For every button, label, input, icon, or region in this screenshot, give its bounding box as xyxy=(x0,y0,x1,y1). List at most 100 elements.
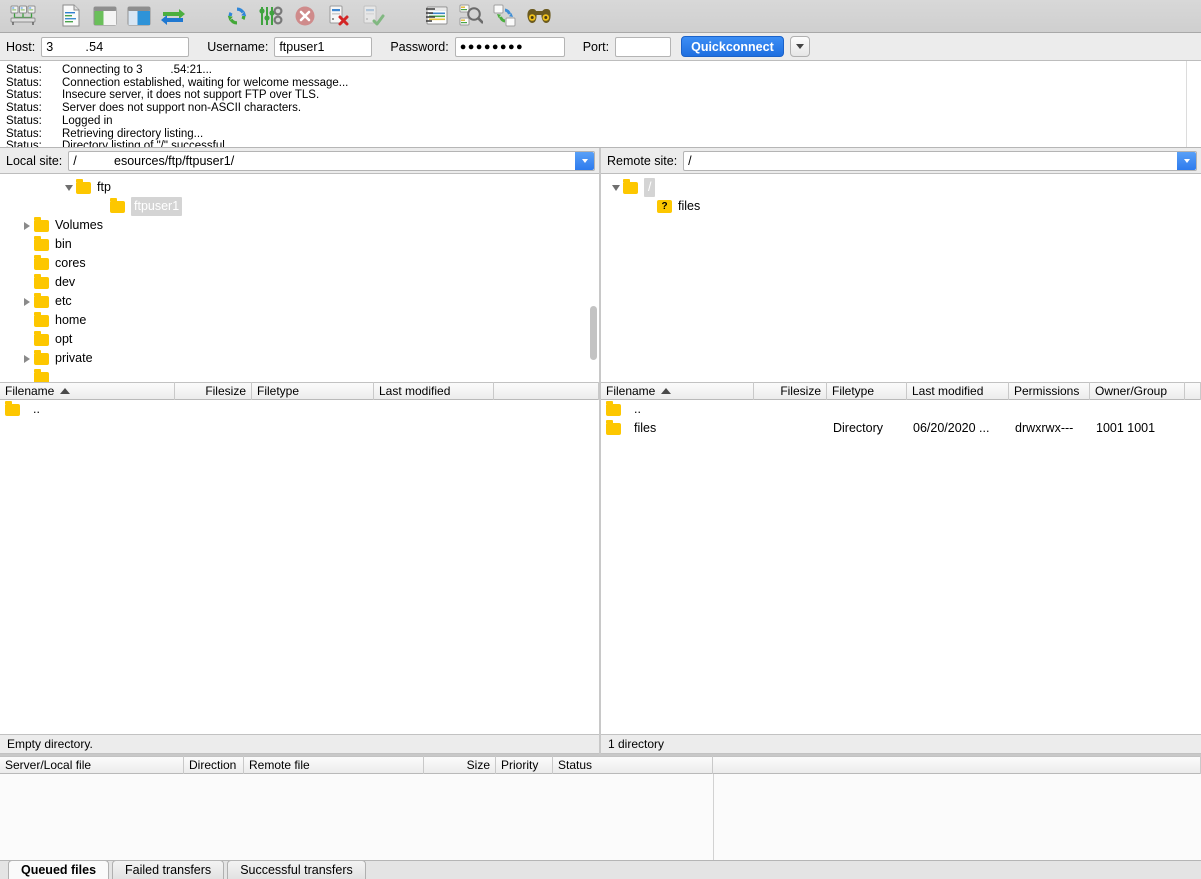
cell-filesize xyxy=(755,400,828,419)
password-input[interactable] xyxy=(454,36,565,57)
tree-item[interactable]: opt xyxy=(0,330,599,349)
process-queue-icon[interactable] xyxy=(254,2,288,30)
column-header-priority[interactable]: Priority xyxy=(496,756,553,774)
folder-icon xyxy=(34,216,49,232)
local-site-dropdown-button[interactable] xyxy=(575,151,594,170)
tree-item[interactable]: Volumes xyxy=(0,216,599,235)
column-header-label: Remote file xyxy=(249,757,310,772)
tree-item-label: cores xyxy=(55,256,86,270)
cell-permissions xyxy=(1010,400,1091,419)
cancel-operation-icon[interactable] xyxy=(288,2,322,30)
expand-toggle[interactable] xyxy=(20,297,34,306)
column-header-filename[interactable]: Filename xyxy=(0,382,175,400)
folder-icon xyxy=(34,311,49,327)
column-header-filename[interactable]: Filename xyxy=(601,382,754,400)
port-input[interactable] xyxy=(615,36,672,57)
column-header-filesize[interactable]: Filesize xyxy=(175,382,252,400)
column-header-filetype[interactable]: Filetype xyxy=(252,382,374,400)
reconnect-icon[interactable] xyxy=(356,2,390,30)
tree-item-partial[interactable] xyxy=(0,368,599,382)
triangle-right-icon xyxy=(24,354,30,363)
tree-item[interactable]: / xyxy=(601,178,1201,197)
column-header-remote-file[interactable]: Remote file xyxy=(244,756,424,774)
compare-directories-icon[interactable] xyxy=(454,2,488,30)
remote-site-path[interactable]: / xyxy=(684,152,1177,170)
local-tree-scrollbar[interactable] xyxy=(588,178,597,378)
column-header-last-modified[interactable]: Last modified xyxy=(907,382,1009,400)
quickconnect-button[interactable]: Quickconnect xyxy=(681,36,784,57)
triangle-right-icon xyxy=(24,297,30,306)
message-log-scrollbar[interactable] xyxy=(1186,61,1201,147)
column-header-filesize[interactable]: Filesize xyxy=(754,382,827,400)
remote-site-combo[interactable]: / xyxy=(683,150,1197,171)
scrollbar-thumb[interactable] xyxy=(590,306,597,360)
local-file-rows[interactable]: .. xyxy=(0,400,599,734)
folder-icon xyxy=(34,330,49,346)
folder-icon xyxy=(34,349,49,365)
tree-item[interactable]: dev xyxy=(0,273,599,292)
column-header-permissions[interactable]: Permissions xyxy=(1009,382,1090,400)
tab-queued-files[interactable]: Queued files xyxy=(8,861,110,879)
disconnect-icon[interactable] xyxy=(322,2,356,30)
refresh-icon[interactable] xyxy=(220,2,254,30)
local-status-bar: Empty directory. xyxy=(0,734,599,754)
tree-item[interactable]: cores xyxy=(0,254,599,273)
local-site-path[interactable]: / esources/ftp/ftpuser1/ xyxy=(69,152,575,170)
expand-toggle[interactable] xyxy=(20,221,34,230)
remote-file-list-header: Filename Filesize Filetype Last modified… xyxy=(601,382,1201,400)
tree-item[interactable]: ftpuser1 xyxy=(0,197,599,216)
cell-filename: files xyxy=(634,421,657,435)
local-directory-tree[interactable]: ftp ftpuser1 Volumes bin cores dev etc h… xyxy=(0,174,599,382)
column-header-last-modified[interactable]: Last modified xyxy=(374,382,494,400)
find-files-icon[interactable] xyxy=(522,2,556,30)
log-prefix: Status: xyxy=(6,102,42,115)
tree-item-label: opt xyxy=(55,332,73,346)
cell-permissions: drwxrwx--- xyxy=(1015,421,1074,435)
toggle-message-log-icon[interactable] xyxy=(54,2,88,30)
tree-item-label: ftpuser1 xyxy=(131,197,183,216)
quickconnect-dropdown-button[interactable] xyxy=(789,36,810,57)
tree-item[interactable]: ftp xyxy=(0,178,599,197)
username-input[interactable] xyxy=(274,36,373,57)
tree-item[interactable]: private xyxy=(0,349,599,368)
table-row[interactable]: .. xyxy=(0,400,599,419)
local-site-combo[interactable]: / esources/ftp/ftpuser1/ xyxy=(68,150,595,171)
table-row[interactable]: files Directory 06/20/2020 ... drwxrwx--… xyxy=(601,419,1201,438)
column-header-size[interactable]: Size xyxy=(424,756,496,774)
column-header-label: Last modified xyxy=(912,383,984,398)
tree-item[interactable]: ? files xyxy=(601,197,1201,216)
expand-toggle[interactable] xyxy=(20,354,34,363)
file-list-panels: Filename Filesize Filetype Last modified… xyxy=(0,382,1201,754)
column-header-owner-group[interactable]: Owner/Group xyxy=(1090,382,1185,400)
synchronized-browsing-icon[interactable] xyxy=(488,2,522,30)
site-manager-icon[interactable] xyxy=(6,2,40,30)
table-row[interactable]: .. xyxy=(601,400,1201,419)
column-header-direction[interactable]: Direction xyxy=(184,756,244,774)
toggle-remote-tree-icon[interactable] xyxy=(122,2,156,30)
column-header-status[interactable]: Status xyxy=(553,756,713,774)
toggle-transfer-queue-icon[interactable] xyxy=(156,2,190,30)
column-header-filler xyxy=(1185,382,1201,400)
remote-directory-tree[interactable]: / ? files xyxy=(601,174,1201,382)
filter-icon[interactable] xyxy=(420,2,454,30)
tree-item[interactable]: bin xyxy=(0,235,599,254)
tab-failed-transfers[interactable]: Failed transfers xyxy=(112,861,225,879)
triangle-right-icon xyxy=(24,221,30,230)
tree-item[interactable]: etc xyxy=(0,292,599,311)
host-label: Host: xyxy=(6,39,36,54)
remote-site-dropdown-button[interactable] xyxy=(1177,151,1196,170)
tree-item[interactable]: home xyxy=(0,311,599,330)
toggle-local-tree-icon[interactable] xyxy=(88,2,122,30)
expand-toggle[interactable] xyxy=(62,184,76,191)
cell-filetype xyxy=(828,400,908,419)
remote-file-rows[interactable]: .. files Directory 06/20/2020 ... drwxrw… xyxy=(601,400,1201,734)
message-log[interactable]: Status: Connecting to 3 .54:21... Status… xyxy=(0,61,1201,148)
host-input[interactable] xyxy=(41,36,190,57)
tree-item-label: private xyxy=(55,351,93,365)
transfer-queue-rows[interactable] xyxy=(0,774,1201,860)
column-header-server-local-file[interactable]: Server/Local file xyxy=(0,756,184,774)
tree-item-label: bin xyxy=(55,237,72,251)
column-header-filetype[interactable]: Filetype xyxy=(827,382,907,400)
expand-toggle[interactable] xyxy=(609,184,623,191)
tab-successful-transfers[interactable]: Successful transfers xyxy=(227,861,366,879)
